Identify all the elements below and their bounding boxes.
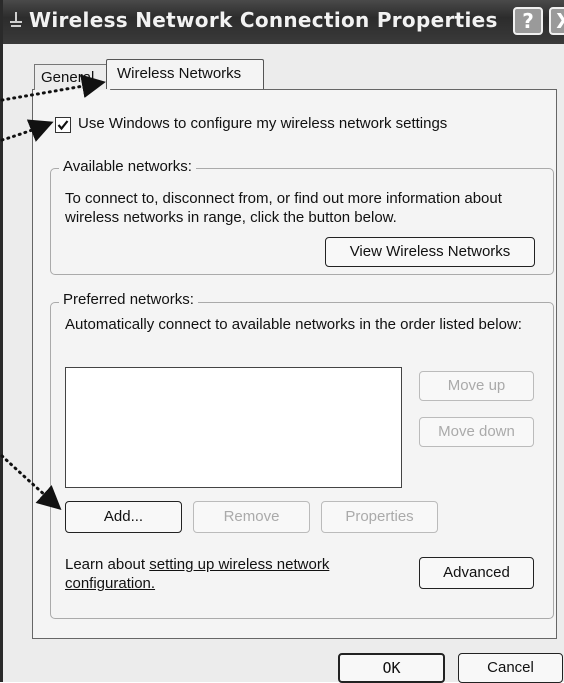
help-button[interactable]: ? <box>513 7 543 35</box>
title-bar[interactable]: Wireless Network Connection Properties ?… <box>3 0 564 44</box>
properties-window: Wireless Network Connection Properties ?… <box>0 0 564 683</box>
tab-wireless-networks[interactable]: Wireless Networks <box>106 59 264 89</box>
use-windows-checkbox-label[interactable]: Use Windows to configure my wireless net… <box>78 115 447 132</box>
learn-about-text: Learn about setting up wireless network … <box>65 555 385 593</box>
preferred-networks-title: Preferred networks: <box>59 291 198 308</box>
ok-button[interactable]: OK <box>338 653 445 683</box>
learn-about-prefix: Learn about <box>65 556 150 573</box>
available-networks-title: Available networks: <box>59 158 196 175</box>
window-title: Wireless Network Connection Properties <box>29 8 498 32</box>
add-button[interactable]: Add... <box>65 501 182 533</box>
advanced-button[interactable]: Advanced <box>419 557 534 589</box>
available-networks-description: To connect to, disconnect from, or find … <box>65 190 502 226</box>
tab-general[interactable]: General <box>34 64 111 90</box>
cancel-button[interactable]: Cancel <box>458 653 563 683</box>
remove-button[interactable]: Remove <box>193 501 310 533</box>
preferred-networks-description: Automatically connect to available netwo… <box>65 316 522 333</box>
network-connection-icon <box>10 12 22 27</box>
view-wireless-networks-button[interactable]: View Wireless Networks <box>325 237 535 267</box>
preferred-networks-list[interactable] <box>65 367 402 488</box>
checkmark-icon <box>57 120 69 131</box>
use-windows-checkbox[interactable] <box>55 117 71 133</box>
close-button[interactable]: X <box>549 7 564 35</box>
move-down-button[interactable]: Move down <box>419 417 534 447</box>
move-up-button[interactable]: Move up <box>419 371 534 401</box>
properties-button[interactable]: Properties <box>321 501 438 533</box>
